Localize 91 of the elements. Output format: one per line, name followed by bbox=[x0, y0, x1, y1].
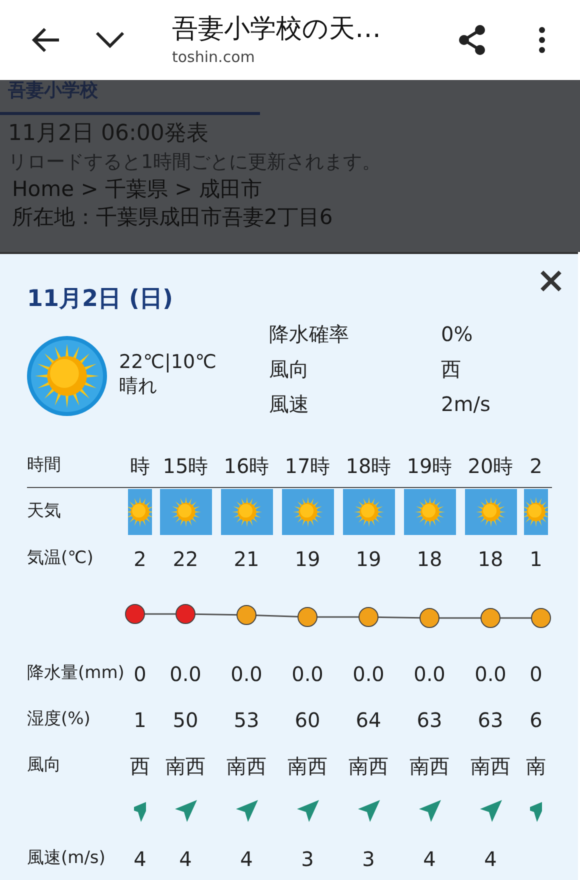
temperature-cell-text: 1 bbox=[528, 546, 544, 573]
sunny-icon bbox=[220, 489, 272, 535]
wind-speed-cell-text: 4 bbox=[178, 846, 193, 873]
row-label: 湿度(%) bbox=[26, 708, 92, 732]
row-label: 時間 bbox=[26, 454, 62, 478]
wind-direction-cell-text: 南西 bbox=[286, 753, 328, 780]
wind-arrow-icon bbox=[134, 799, 146, 823]
issued-time: 11月2日 06:00発表 bbox=[7, 120, 210, 148]
wind-speed-cell-text: 4 bbox=[239, 846, 254, 873]
more-icon bbox=[539, 27, 545, 53]
humidity-cell-text: 64 bbox=[354, 707, 382, 734]
stat-value: 西 bbox=[441, 356, 461, 382]
precipitation-cell-text: 0.0 bbox=[474, 661, 508, 688]
wind-arrow-icon bbox=[478, 799, 502, 823]
humidity-cell-text: 60 bbox=[294, 707, 322, 734]
hour-cell-text: 16時 bbox=[222, 453, 270, 480]
hour-cell-text: 19時 bbox=[406, 453, 454, 480]
stat-value: 0% bbox=[441, 320, 473, 348]
temperature-cell-text: 19 bbox=[354, 546, 382, 573]
row-label: 気温(℃) bbox=[26, 547, 94, 570]
breadcrumb: Home > 千葉県 > 成田市 bbox=[11, 176, 263, 203]
wind-speed-cell-text: 4 bbox=[483, 846, 498, 873]
wind-direction-cell-text: 西 bbox=[129, 753, 151, 780]
share-icon bbox=[456, 24, 488, 56]
wind-direction-cell-text: 南西 bbox=[226, 753, 268, 780]
page-title: 吾妻小学校の天… bbox=[172, 12, 382, 46]
row-label: 風向 bbox=[26, 754, 62, 778]
chevron-down-icon bbox=[95, 31, 125, 49]
wind-arrow-icon bbox=[356, 799, 380, 823]
wind-speed-cell-text: 3 bbox=[361, 846, 376, 873]
precipitation-cell-text: 0.0 bbox=[352, 661, 386, 688]
sunny-icon bbox=[282, 489, 334, 535]
wind-arrow-icon bbox=[530, 799, 542, 823]
hour-cell-text: 15時 bbox=[162, 453, 210, 480]
forecast-date: 11月2日 (日) bbox=[27, 285, 174, 314]
stat-label: 風速 bbox=[269, 390, 310, 418]
sunny-icon bbox=[464, 489, 516, 535]
back-icon bbox=[31, 27, 61, 53]
hour-cell-text: 20時 bbox=[466, 453, 514, 480]
temperature-cell-text: 19 bbox=[294, 546, 322, 573]
temperature-cell-text: 18 bbox=[476, 546, 504, 573]
hour-cell-text: 時 bbox=[129, 453, 151, 480]
row-label: 天気 bbox=[26, 500, 62, 524]
wind-arrow-icon bbox=[234, 799, 258, 823]
hour-cell-text: 17時 bbox=[284, 453, 332, 480]
stat-label: 風向 bbox=[269, 356, 310, 382]
temperature-cell-text: 2 bbox=[132, 546, 148, 573]
humidity-cell-text: 6 bbox=[528, 707, 544, 734]
precipitation-cell-text: 0.0 bbox=[168, 661, 202, 688]
sunny-icon bbox=[128, 489, 152, 535]
close-button[interactable] bbox=[538, 268, 564, 294]
stat-label: 降水確率 bbox=[269, 320, 350, 348]
wind-speed-cell-text: 4 bbox=[132, 846, 148, 873]
wind-direction-cell-text: 南西 bbox=[348, 753, 390, 780]
wind-speed-cell-text: 3 bbox=[300, 846, 315, 873]
close-icon bbox=[539, 269, 563, 293]
humidity-cell-text: 53 bbox=[232, 707, 260, 734]
sunny-icon bbox=[160, 489, 212, 535]
sunny-icon bbox=[524, 489, 548, 535]
humidity-cell-text: 63 bbox=[476, 707, 504, 734]
wind-direction-cell-text: 南西 bbox=[408, 753, 450, 780]
humidity-cell-text: 63 bbox=[416, 707, 444, 734]
wind-arrow-icon bbox=[418, 799, 442, 823]
domain-text: toshin.com bbox=[172, 46, 256, 68]
wind-arrow-icon bbox=[174, 799, 198, 823]
wind-arrow-icon bbox=[296, 799, 320, 823]
precipitation-cell-text: 0 bbox=[528, 661, 544, 688]
row-label: 降水量(mm) bbox=[26, 662, 125, 686]
humidity-cell-text: 1 bbox=[132, 707, 148, 734]
hour-cell-text: 2 bbox=[528, 453, 544, 480]
sunny-icon bbox=[27, 336, 107, 416]
stat-value: 2m/s bbox=[441, 390, 490, 418]
address-text: 所在地：千葉県成田市吾妻2丁目6 bbox=[11, 204, 334, 231]
wind-direction-cell-text: 南西 bbox=[164, 753, 206, 780]
temperature-cell-text: 22 bbox=[172, 546, 200, 573]
precipitation-cell-text: 0.0 bbox=[290, 661, 324, 688]
temperature-cell-text: 18 bbox=[416, 546, 444, 573]
precipitation-cell-text: 0.0 bbox=[412, 661, 446, 688]
sunny-icon bbox=[342, 489, 394, 535]
wind-direction-cell-text: 南 bbox=[525, 753, 547, 780]
wind-direction-cell-text: 南西 bbox=[470, 753, 512, 780]
precipitation-cell-text: 0.0 bbox=[230, 661, 264, 688]
humidity-cell-text: 50 bbox=[172, 707, 200, 734]
temperature-cell-text: 21 bbox=[232, 546, 260, 573]
weather-text: 晴れ bbox=[119, 374, 158, 398]
temperature-range: 22℃|10℃ bbox=[119, 350, 218, 374]
row-label: 風速(m/s) bbox=[26, 847, 106, 870]
wind-speed-cell-text: 4 bbox=[422, 846, 437, 873]
precipitation-cell-text: 0 bbox=[132, 661, 148, 688]
sunny-icon bbox=[404, 489, 456, 535]
hour-cell-text: 18時 bbox=[344, 453, 392, 480]
